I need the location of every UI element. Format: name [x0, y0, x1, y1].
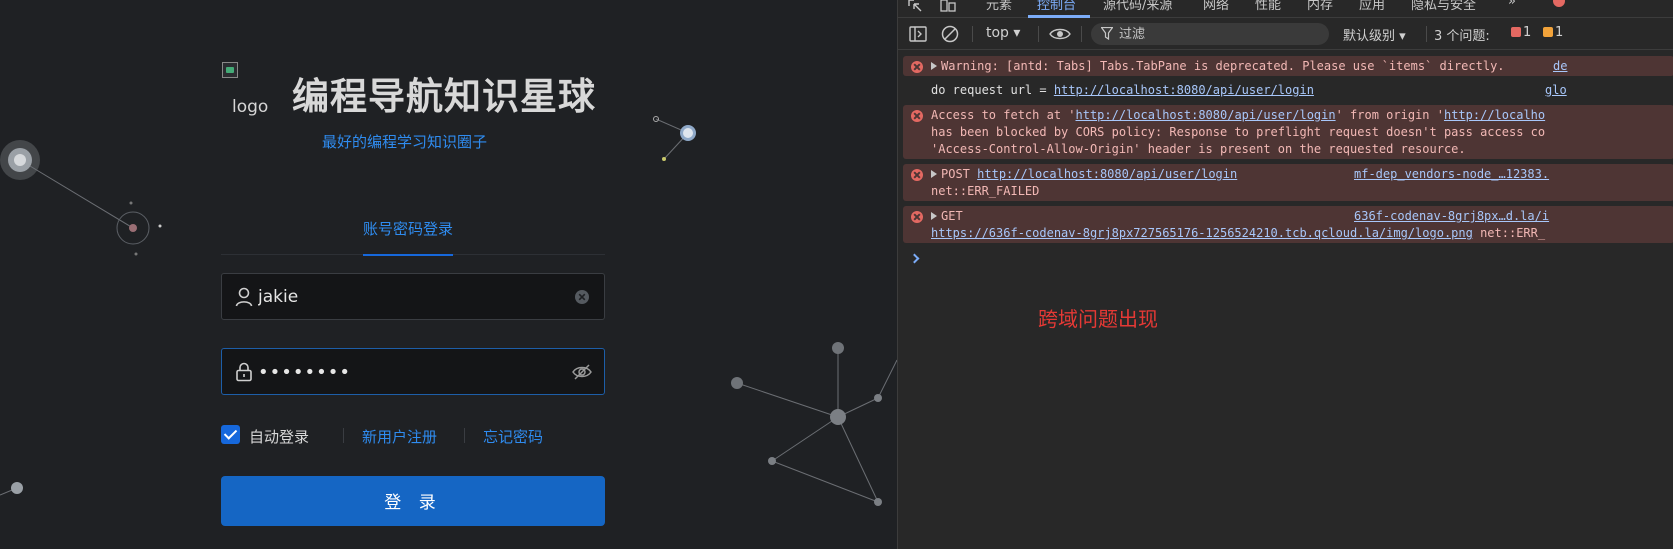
tab-network[interactable]: 网络	[1203, 0, 1229, 13]
more-tabs-button[interactable]: »	[1508, 0, 1516, 9]
console-toolbar: top ▾ 默认级别 ▾ 3 个问题: 1 1	[898, 18, 1673, 50]
error-icon	[911, 169, 923, 181]
auto-login-checkbox[interactable]	[221, 425, 240, 444]
expand-triangle-icon[interactable]	[931, 62, 937, 70]
tab-account-password[interactable]: 账号密码登录	[363, 218, 454, 256]
device-toolbar-icon[interactable]	[940, 0, 956, 12]
eye-invisible-icon[interactable]	[572, 363, 592, 381]
error-count-icon[interactable]	[1552, 0, 1566, 8]
message-text: Warning: [antd: Tabs] Tabs.TabPane is de…	[941, 59, 1505, 73]
request-method: GET	[941, 209, 963, 223]
filter-input[interactable]	[1119, 25, 1319, 43]
message-source-link[interactable]: glo	[1545, 82, 1567, 99]
divider	[464, 428, 465, 443]
console-message-error[interactable]: Warning: [antd: Tabs] Tabs.TabPane is de…	[903, 56, 1673, 76]
toolbar-separator	[972, 26, 973, 42]
console-prompt-chevron-icon[interactable]	[909, 253, 920, 264]
console-message-error[interactable]: POST http://localhost:8080/api/user/logi…	[903, 164, 1673, 201]
lock-icon	[236, 362, 252, 382]
message-url-link[interactable]: http://localhost:8080/api/user/login	[1076, 108, 1336, 122]
request-method: POST	[941, 167, 970, 181]
message-text: Access to fetch at '	[931, 108, 1076, 122]
message-line: do request url = http://localhost:8080/a…	[931, 82, 1314, 99]
broken-image-icon	[222, 62, 238, 78]
message-line: POST http://localhost:8080/api/user/logi…	[931, 166, 1237, 183]
eye-icon[interactable]	[1049, 27, 1071, 41]
logo-alt-text: logo	[232, 97, 269, 117]
error-count: 1	[1523, 25, 1532, 40]
message-line: has been blocked by CORS policy: Respons…	[931, 125, 1546, 139]
error-badge[interactable]: 1	[1511, 25, 1531, 40]
context-value: top	[986, 25, 1009, 41]
clear-console-icon[interactable]	[941, 25, 959, 43]
message-line: net::ERR_FAILED	[931, 184, 1040, 198]
issues-label[interactable]: 3 个问题:	[1434, 25, 1490, 44]
login-tab-bar: 账号密码登录	[221, 210, 605, 256]
message-source-link[interactable]: mf-dep_vendors-node_…12383.	[1354, 166, 1549, 183]
console-message-log: do request url = http://localhost:8080/a…	[903, 80, 1673, 100]
site-title: 编程导航知识星球	[292, 75, 596, 118]
tab-privacy-security[interactable]: 隐私与安全	[1411, 0, 1476, 13]
console-message-error[interactable]: Access to fetch at 'http://localhost:808…	[903, 105, 1673, 159]
error-icon	[911, 211, 923, 223]
warning-count: 1	[1555, 25, 1564, 40]
context-selector[interactable]: top ▾	[986, 25, 1020, 41]
message-line: https://636f-codenav-8grj8px727565176-12…	[931, 225, 1545, 242]
log-level-value: 默认级别	[1343, 29, 1396, 44]
error-icon	[911, 110, 923, 122]
login-submit-button[interactable]: 登 录	[221, 476, 605, 526]
message-url-link[interactable]: https://636f-codenav-8grj8px727565176-12…	[931, 226, 1473, 240]
password-field[interactable]	[221, 348, 605, 395]
message-text: net::ERR_	[1472, 226, 1546, 240]
warning-badge[interactable]: 1	[1543, 25, 1563, 40]
message-text: ' from origin '	[1335, 108, 1444, 122]
devtools-tab-bar: 元素 控制台 源代码/来源 网络 性能 内存 应用 隐私与安全 »	[898, 0, 1673, 18]
filter-icon	[1101, 27, 1113, 40]
message-line: Access to fetch at 'http://localhost:808…	[931, 107, 1545, 124]
chevron-down-icon: ▾	[1399, 29, 1406, 44]
message-text: do request url =	[931, 83, 1054, 97]
console-message-error[interactable]: GET 636f-codenav-8grj8px…d.la/i https://…	[903, 206, 1673, 243]
site-subtitle: 最好的编程学习知识圈子	[322, 133, 488, 151]
tab-performance[interactable]: 性能	[1255, 0, 1281, 13]
message-line: 'Access-Control-Allow-Origin' header is …	[931, 142, 1466, 156]
toolbar-separator	[1426, 26, 1427, 42]
warning-icon	[1543, 27, 1553, 37]
forgot-password-link[interactable]: 忘记密码	[483, 426, 543, 447]
message-source-link[interactable]: de	[1553, 58, 1567, 75]
message-url-link[interactable]: http://localho	[1444, 108, 1545, 122]
tab-console[interactable]: 控制台	[1037, 0, 1076, 13]
tab-memory[interactable]: 内存	[1307, 0, 1333, 13]
tab-sources[interactable]: 源代码/来源	[1103, 0, 1172, 13]
username-field[interactable]	[221, 273, 605, 320]
chevron-down-icon: ▾	[1013, 25, 1021, 41]
auto-login-label[interactable]: 自动登录	[249, 426, 309, 447]
login-page: logo 编程导航知识星球 最好的编程学习知识圈子 账号密码登录 自动登录 新	[0, 0, 897, 549]
devtools-panel: 元素 控制台 源代码/来源 网络 性能 内存 应用 隐私与安全 » top ▾	[897, 0, 1673, 549]
message-source-link[interactable]: 636f-codenav-8grj8px…d.la/i	[1354, 208, 1549, 225]
annotation-text: 跨域问题出现	[1038, 307, 1158, 331]
error-icon	[1511, 27, 1521, 37]
message-line: Warning: [antd: Tabs] Tabs.TabPane is de…	[931, 58, 1505, 75]
tab-application[interactable]: 应用	[1359, 0, 1385, 13]
toolbar-separator	[1038, 26, 1039, 42]
message-url-link[interactable]: http://localhost:8080/api/user/login	[1054, 83, 1314, 97]
console-filter[interactable]	[1091, 23, 1329, 45]
username-input[interactable]	[258, 284, 578, 310]
inspect-element-icon[interactable]	[908, 0, 924, 12]
tab-elements[interactable]: 元素	[986, 0, 1012, 13]
divider	[343, 428, 344, 443]
sidebar-toggle-icon[interactable]	[909, 26, 927, 42]
clear-icon[interactable]	[572, 288, 592, 306]
user-icon	[235, 287, 253, 307]
register-link[interactable]: 新用户注册	[362, 426, 437, 447]
message-url-link[interactable]: http://localhost:8080/api/user/login	[977, 167, 1237, 181]
error-icon	[911, 61, 923, 73]
password-input[interactable]	[258, 359, 578, 385]
expand-triangle-icon[interactable]	[931, 170, 937, 178]
message-line: GET	[931, 208, 963, 225]
log-level-selector[interactable]: 默认级别 ▾	[1343, 25, 1406, 44]
expand-triangle-icon[interactable]	[931, 212, 937, 220]
toolbar-separator	[1081, 26, 1082, 42]
